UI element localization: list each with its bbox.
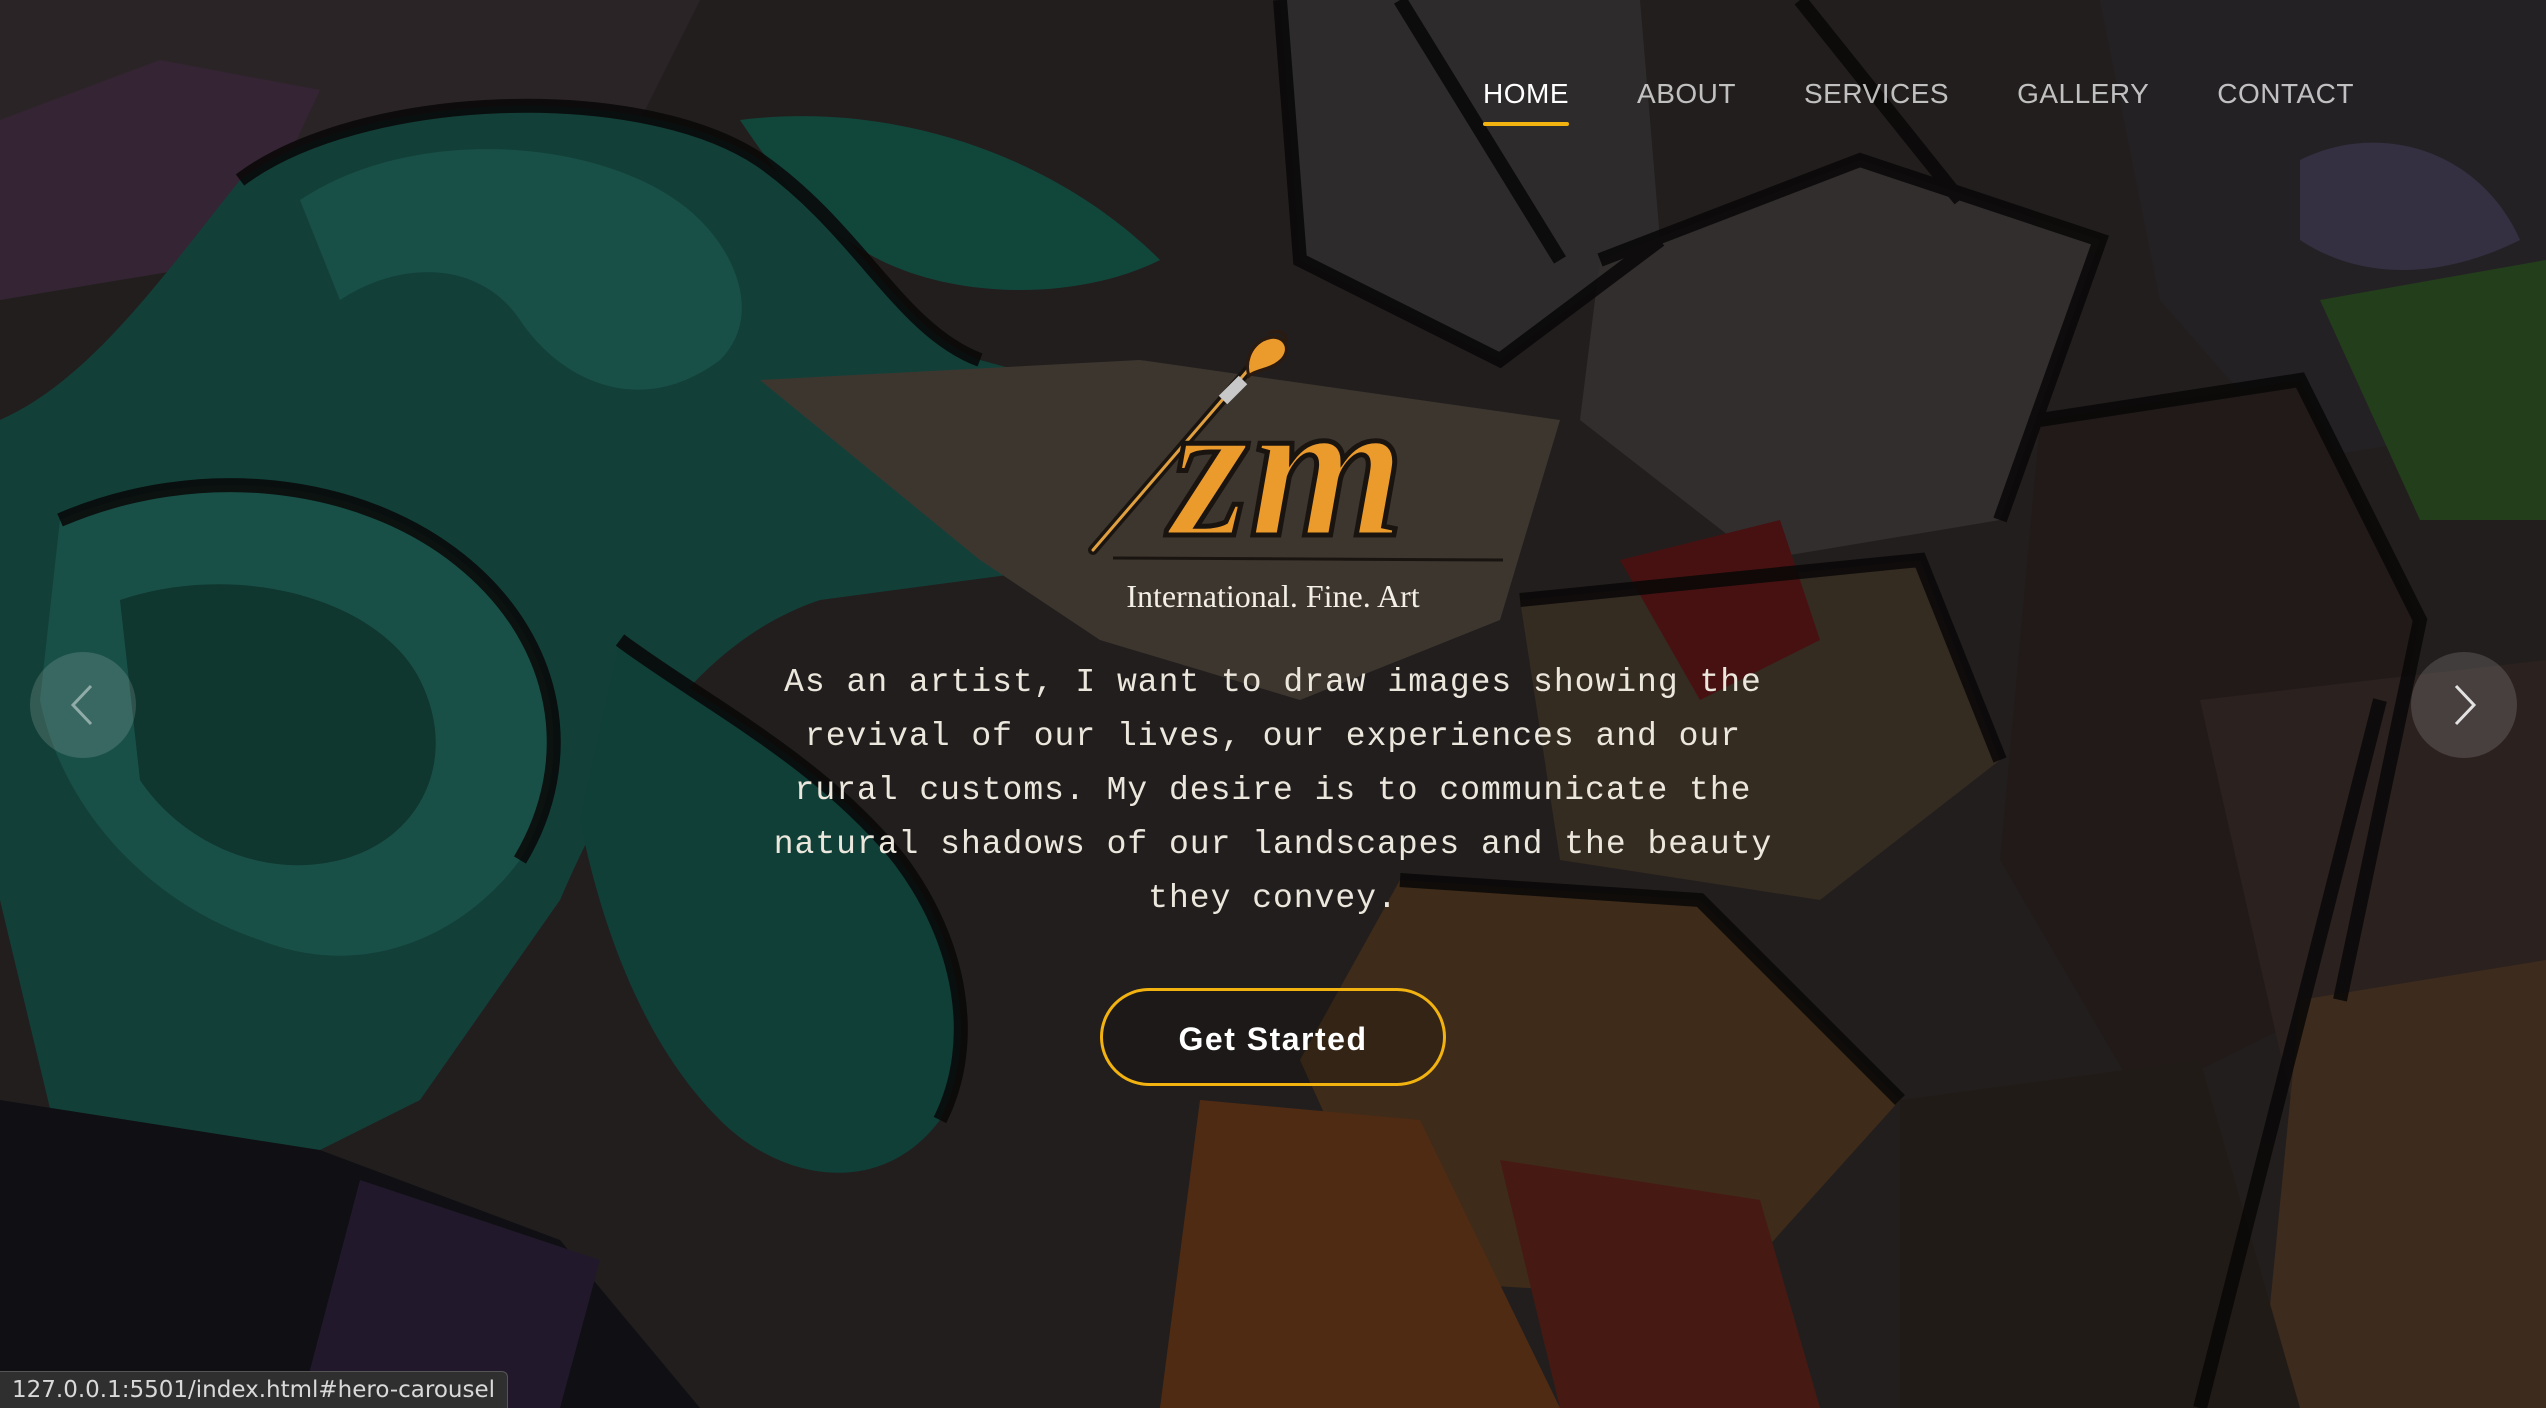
nav-item-gallery[interactable]: GALLERY	[1983, 70, 2183, 126]
carousel-prev-button[interactable]	[30, 652, 136, 758]
logo-mark-text: zm	[1165, 358, 1404, 579]
brush-logo-icon: zm	[1088, 330, 1504, 580]
main-nav: HOME ABOUT SERVICES GALLERY CONTACT	[1449, 70, 2388, 126]
hero-intro-text: As an artist, I want to draw images show…	[773, 664, 1773, 917]
browser-status-url: 127.0.0.1:5501/index.html#hero-carousel	[0, 1371, 508, 1408]
hero-content: zm International. Fine. Art As an artist…	[0, 330, 2546, 1086]
nav-item-services[interactable]: SERVICES	[1770, 70, 1983, 126]
chevron-left-icon	[70, 684, 93, 726]
hero-carousel: HOME ABOUT SERVICES GALLERY CONTACT zm I…	[0, 0, 2546, 1408]
nav-item-about[interactable]: ABOUT	[1603, 70, 1770, 126]
nav-item-home[interactable]: HOME	[1449, 70, 1603, 126]
brand-logo: zm International. Fine. Art	[1033, 330, 1513, 620]
chevron-right-icon	[2454, 684, 2477, 726]
carousel-next-button[interactable]	[2411, 652, 2517, 758]
get-started-button[interactable]: Get Started	[1100, 988, 1446, 1086]
logo-tagline: International. Fine. Art	[1126, 578, 1420, 614]
nav-item-contact[interactable]: CONTACT	[2183, 70, 2388, 126]
